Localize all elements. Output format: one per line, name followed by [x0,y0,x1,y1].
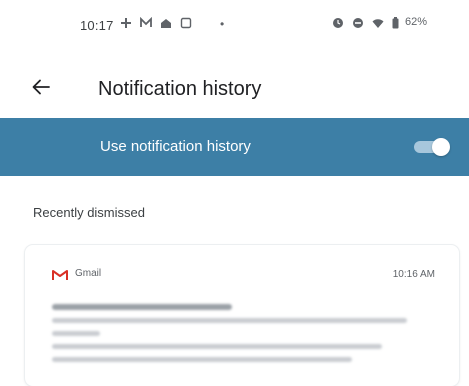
mail-icon [140,16,152,28]
back-arrow-icon [31,77,51,102]
notification-body-redacted-1 [52,318,407,323]
gmail-icon [52,268,68,280]
game-icon [120,16,132,28]
section-header-recently-dismissed: Recently dismissed [33,205,145,220]
status-left-icons [120,16,192,29]
alarm-icon [332,16,344,28]
dnd-icon [352,16,364,28]
screenshot-icon [180,16,192,29]
status-separator: • [220,17,225,31]
use-notification-history-row[interactable]: Use notification history [0,118,469,176]
battery-icon [392,16,399,29]
app-bar: Notification history [0,62,469,114]
status-right-icons: 62% [332,16,428,29]
page-title: Notification history [98,78,262,100]
notification-title-redacted [52,304,232,310]
status-time: 10:17 [80,18,114,33]
toggle-thumb [432,138,450,156]
notification-card[interactable]: Gmail 10:16 AM [25,245,459,386]
wifi-icon [372,16,384,28]
home-icon [160,16,172,28]
notification-app-name: Gmail [75,268,102,279]
notification-body-redacted-4 [52,357,352,362]
battery-percent: 62% [405,16,428,28]
use-notification-history-label: Use notification history [100,138,251,155]
status-bar: 10:17 • 62% [0,0,469,52]
notification-time: 10:16 AM [392,269,435,280]
notification-body-redacted-3 [52,344,382,349]
back-button[interactable] [28,76,54,102]
notification-history-toggle[interactable] [412,138,450,156]
notification-body-redacted-2 [52,331,100,336]
